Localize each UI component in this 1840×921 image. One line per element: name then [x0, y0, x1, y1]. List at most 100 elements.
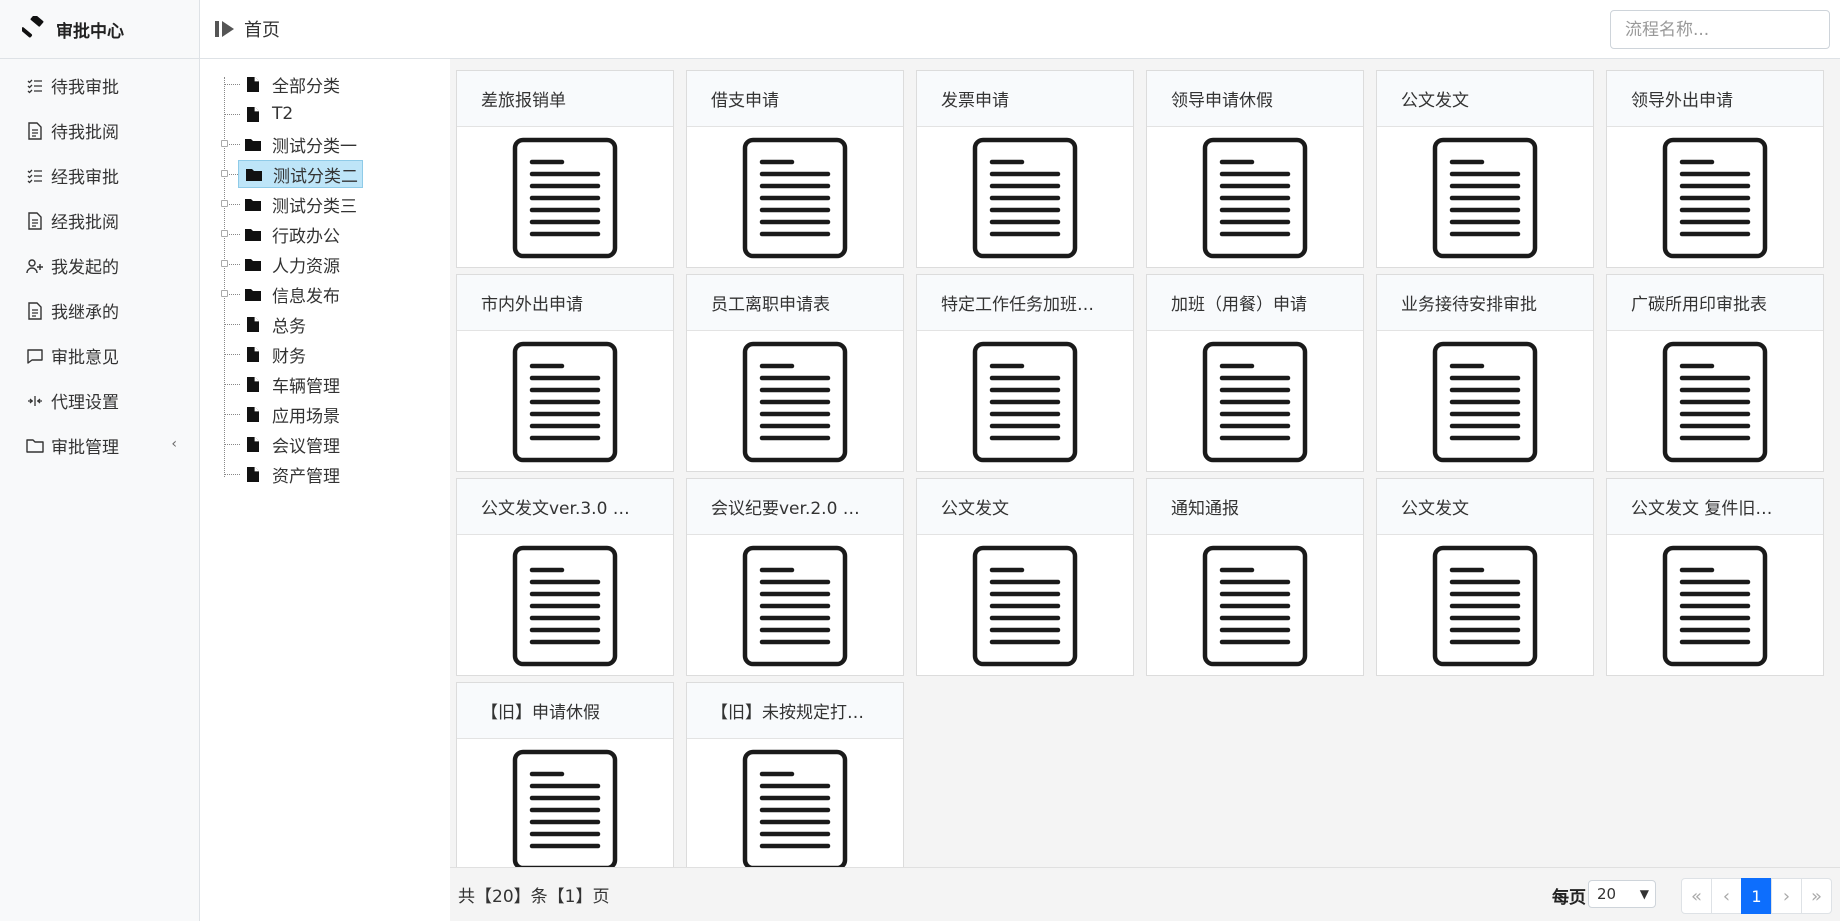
document-icon: [1202, 341, 1308, 467]
sidebar-item[interactable]: 经我批阅: [0, 198, 199, 243]
sidebar-item[interactable]: 待我批阅: [0, 108, 199, 153]
page-button-current[interactable]: 1: [1741, 878, 1772, 914]
tree-item[interactable]: 信息发布: [238, 280, 344, 308]
process-card[interactable]: 加班（用餐）申请: [1146, 274, 1364, 472]
tree-connector: [224, 77, 225, 477]
process-card[interactable]: 领导申请休假: [1146, 70, 1364, 268]
checklist-icon: [25, 168, 45, 184]
process-card[interactable]: 市内外出申请: [456, 274, 674, 472]
sidebar-item[interactable]: 审批意见: [0, 333, 199, 378]
tree-item[interactable]: 总务: [238, 310, 310, 338]
sidebar-item-label: 待我批阅: [51, 123, 119, 143]
chat-icon: [25, 348, 45, 364]
tree-item[interactable]: 行政办公: [238, 220, 344, 248]
tree-item[interactable]: 测试分类二: [238, 160, 363, 188]
folder-icon: [242, 137, 264, 152]
tree-expand-toggle[interactable]: [221, 260, 228, 267]
process-card-title: 加班（用餐）申请: [1147, 275, 1363, 331]
chevron-down-icon: ▼: [1639, 887, 1649, 901]
document-icon: [1662, 545, 1768, 671]
process-card[interactable]: 借支申请: [686, 70, 904, 268]
tree-item[interactable]: 财务: [238, 340, 310, 368]
tree-item[interactable]: 全部分类: [238, 70, 344, 98]
tree-item[interactable]: 车辆管理: [238, 370, 344, 398]
process-card[interactable]: 广碳所用印审批表: [1606, 274, 1824, 472]
process-card-title-text: 【旧】申请休假: [481, 703, 600, 723]
sidebar: 审批中心 待我审批待我批阅经我审批 经我批阅我发起的我继承的 审批意见 代理设置 审批管…: [0, 0, 200, 921]
tree-item[interactable]: 应用场景: [238, 400, 344, 428]
per-page-select[interactable]: 20 ▼: [1588, 880, 1656, 908]
sidebar-item[interactable]: 代理设置: [0, 378, 199, 423]
process-card[interactable]: 会议纪要ver.2.0 …: [686, 478, 904, 676]
sidebar-toggle-icon[interactable]: [214, 20, 236, 38]
document-icon: [1662, 137, 1768, 263]
process-card-title: 【旧】申请休假: [457, 683, 673, 739]
process-card-title: 公文发文: [1377, 71, 1593, 127]
tree-item[interactable]: 会议管理: [238, 430, 344, 458]
gavel-icon: [20, 14, 46, 42]
tree-item-label: 会议管理: [272, 436, 340, 457]
folder-icon: [242, 197, 264, 212]
search-input[interactable]: [1610, 10, 1830, 49]
process-card-title: 会议纪要ver.2.0 …: [687, 479, 903, 535]
process-card-title-text: 公文发文: [1401, 499, 1469, 519]
tree-item[interactable]: 测试分类三: [238, 190, 361, 218]
process-card[interactable]: 发票申请: [916, 70, 1134, 268]
process-card-title-text: 公文发文 复件旧…: [1631, 499, 1773, 519]
process-card[interactable]: 【旧】未按规定打…: [686, 682, 904, 867]
sidebar-item[interactable]: 我发起的: [0, 243, 199, 288]
tree-item[interactable]: 人力资源: [238, 250, 344, 278]
document-icon: [972, 137, 1078, 263]
process-card[interactable]: 特定工作任务加班…: [916, 274, 1134, 472]
first-page-button[interactable]: «: [1681, 878, 1712, 914]
process-card[interactable]: 领导外出申请: [1606, 70, 1824, 268]
process-card-title-text: 差旅报销单: [481, 91, 566, 111]
document-icon: [972, 341, 1078, 467]
process-card[interactable]: 通知通报: [1146, 478, 1364, 676]
process-card[interactable]: 公文发文ver.3.0 …: [456, 478, 674, 676]
per-page-label: 每页: [1552, 888, 1586, 908]
process-card-title-text: 领导外出申请: [1631, 91, 1733, 111]
process-card[interactable]: 【旧】申请休假: [456, 682, 674, 867]
process-card-title: 市内外出申请: [457, 275, 673, 331]
sidebar-item-label: 我发起的: [51, 258, 119, 278]
process-card[interactable]: 业务接待安排审批: [1376, 274, 1594, 472]
tree-expand-toggle[interactable]: [221, 200, 228, 207]
document-icon: [1432, 137, 1538, 263]
document-icon: [1202, 137, 1308, 263]
tree-expand-toggle[interactable]: [221, 140, 228, 147]
document-icon: [1432, 341, 1538, 467]
tree-expand-toggle[interactable]: [221, 230, 228, 237]
process-card-title-text: 会议纪要ver.2.0 …: [711, 499, 860, 519]
tree-item[interactable]: T2: [238, 100, 297, 128]
document-icon: [1202, 545, 1308, 671]
sidebar-item[interactable]: 审批管理 ‹: [0, 423, 199, 468]
next-page-button[interactable]: ›: [1771, 878, 1802, 914]
process-card[interactable]: 公文发文: [1376, 478, 1594, 676]
sidebar-item[interactable]: 经我审批: [0, 153, 199, 198]
topbar: 首页: [200, 0, 1840, 59]
process-card-title: 特定工作任务加班…: [917, 275, 1133, 331]
file-icon: [242, 76, 264, 93]
process-card[interactable]: 公文发文: [1376, 70, 1594, 268]
tree-expand-toggle[interactable]: [221, 290, 228, 297]
prev-page-button[interactable]: ‹: [1711, 878, 1742, 914]
process-card-title: 广碳所用印审批表: [1607, 275, 1823, 331]
tree-item[interactable]: 测试分类一: [238, 130, 361, 158]
process-card-title: 发票申请: [917, 71, 1133, 127]
breadcrumb[interactable]: 首页: [244, 16, 280, 42]
process-card[interactable]: 差旅报销单: [456, 70, 674, 268]
process-card[interactable]: 公文发文 复件旧…: [1606, 478, 1824, 676]
tree-item[interactable]: 资产管理: [238, 460, 344, 488]
process-card[interactable]: 公文发文: [916, 478, 1134, 676]
brand[interactable]: 审批中心: [0, 0, 199, 59]
folder-icon: [242, 257, 264, 272]
last-page-button[interactable]: »: [1801, 878, 1832, 914]
sidebar-item[interactable]: 待我审批: [0, 63, 199, 108]
document-icon: [512, 341, 618, 467]
process-card[interactable]: 员工离职申请表: [686, 274, 904, 472]
folder-icon: [243, 167, 265, 182]
tree-expand-toggle[interactable]: [221, 170, 228, 177]
sidebar-item[interactable]: 我继承的: [0, 288, 199, 333]
process-card-title: 【旧】未按规定打…: [687, 683, 903, 739]
